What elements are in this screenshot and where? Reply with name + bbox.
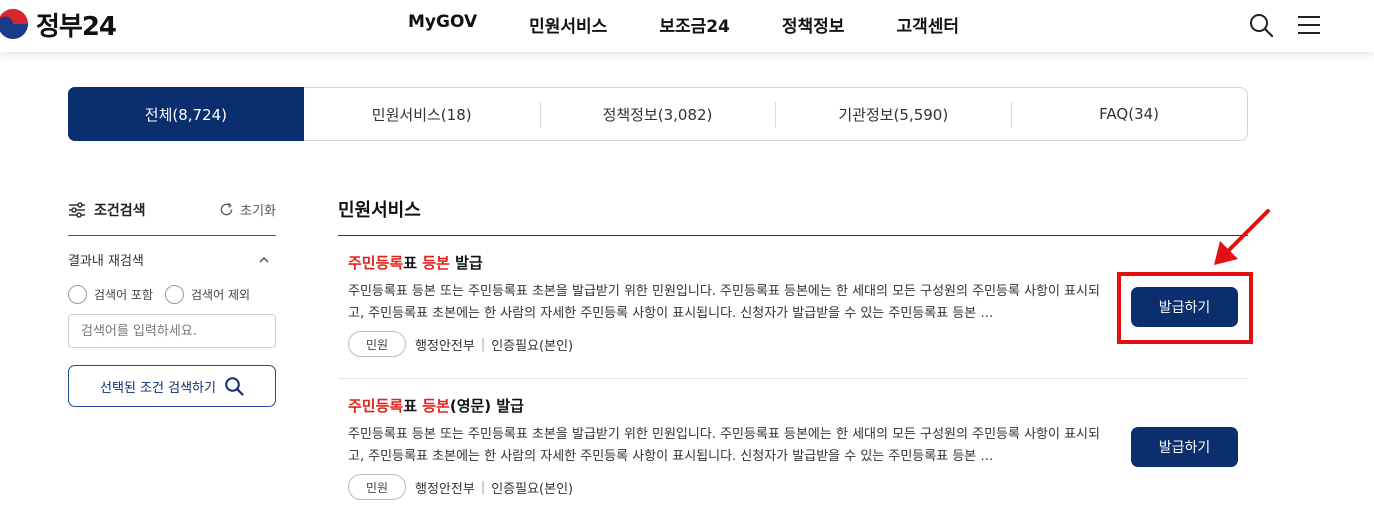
annotation-arrow-icon — [1214, 209, 1270, 265]
meta-separator: | — [480, 336, 486, 352]
tab-all[interactable]: 전체(8,724) — [68, 87, 304, 141]
filter-title-text: 조건검색 — [94, 202, 146, 219]
radio-include-circle[interactable] — [68, 285, 87, 304]
title-highlight: 등본 — [422, 397, 450, 415]
tab-agency[interactable]: 기관정보(5,590) — [775, 88, 1011, 140]
tab-faq[interactable]: FAQ(34) — [1011, 88, 1247, 140]
radio-exclude[interactable]: 검색어 제외 — [165, 285, 250, 304]
result-description: 주민등록표 등본 또는 주민등록표 초본을 발급받기 위한 민원입니다. 주민등… — [348, 284, 1100, 321]
refine-options: 검색어 포함 검색어 제외 — [68, 285, 276, 304]
filter-title: 조건검색 — [68, 200, 146, 220]
filter-panel: 조건검색 초기화 결과내 재검색 검색어 포함 검색어 제외 선택된 조건 검색… — [68, 196, 276, 407]
radio-include[interactable]: 검색어 포함 — [68, 285, 153, 304]
sliders-icon — [69, 201, 85, 218]
condition-search-button[interactable]: 선택된 조건 검색하기 — [68, 365, 276, 407]
category-tabs: 전체(8,724) 민원서비스(18) 정책정보(3,082) 기관정보(5,5… — [68, 87, 1248, 141]
title-text: 표 — [403, 254, 423, 272]
hamburger-menu-icon[interactable] — [1296, 12, 1322, 38]
issue-button[interactable]: 발급하기 — [1131, 427, 1238, 467]
reset-label: 초기화 — [240, 204, 276, 219]
agency-name: 행정안전부 — [415, 481, 475, 497]
title-highlight: 등본 — [422, 254, 450, 272]
title-text: 발급 — [449, 254, 483, 272]
site-logo[interactable]: 정부24 — [0, 6, 117, 42]
result-description: 주민등록표 등본 또는 주민등록표 초본을 발급받기 위한 민원입니다. 주민등… — [348, 427, 1100, 464]
condition-search-label: 선택된 조건 검색하기 — [100, 380, 216, 396]
result-item: 주민등록표 등본 발급 주민등록표 등본 또는 주민등록표 초본을 발급받기 위… — [338, 236, 1248, 379]
nav-item-policy[interactable]: 정책정보 — [782, 12, 845, 37]
nav-item-subsidy[interactable]: 보조금24 — [659, 12, 730, 37]
nav-item-customer-center[interactable]: 고객센터 — [896, 12, 959, 37]
result-item: 주민등록표 등본(영문) 발급 주민등록표 등본 또는 주민등록표 초본을 발급… — [338, 379, 1248, 520]
title-highlight: 주민등록 — [348, 397, 404, 415]
search-icon — [225, 377, 244, 396]
site-header: 정부24 MyGOV 민원서비스 보조금24 정책정보 고객센터 — [0, 0, 1374, 52]
refresh-icon — [220, 202, 233, 216]
chevron-up-icon — [259, 256, 269, 262]
nav-item-mygov[interactable]: MyGOV — [408, 12, 477, 37]
refine-label: 결과내 재검색 — [68, 254, 144, 269]
category-badge: 민원 — [348, 474, 406, 500]
logo-text: 정부24 — [36, 11, 117, 42]
refine-search-input[interactable] — [68, 314, 276, 348]
title-text: (영문) 발급 — [449, 397, 524, 415]
radio-include-label: 검색어 포함 — [94, 288, 154, 302]
filter-header: 조건검색 초기화 — [68, 196, 276, 236]
global-nav: MyGOV 민원서비스 보조금24 정책정보 고객센터 — [408, 12, 1011, 37]
result-meta: 민원 행정안전부 | 인증필요(본인) — [348, 331, 1238, 357]
reset-button[interactable]: 초기화 — [219, 200, 276, 219]
taegeuk-logo-icon — [0, 9, 28, 39]
category-badge: 민원 — [348, 331, 406, 357]
result-title[interactable]: 주민등록표 등본 발급 — [348, 252, 1238, 273]
search-icon[interactable] — [1248, 12, 1274, 38]
meta-separator: | — [480, 479, 486, 495]
auth-requirement: 인증필요(본인) — [491, 338, 574, 354]
title-highlight: 주민등록 — [348, 254, 404, 272]
result-meta: 민원 행정안전부 | 인증필요(본인) — [348, 474, 1238, 500]
tab-policy[interactable]: 정책정보(3,082) — [539, 88, 776, 140]
section-title: 민원서비스 — [338, 196, 1248, 236]
auth-requirement: 인증필요(본인) — [491, 481, 574, 497]
search-results: 민원서비스 주민등록표 등본 발급 주민등록표 등본 또는 주민등록표 초본을 … — [338, 196, 1248, 520]
result-title[interactable]: 주민등록표 등본(영문) 발급 — [348, 395, 1238, 416]
tab-civil-service[interactable]: 민원서비스(18) — [304, 88, 540, 140]
agency-name: 행정안전부 — [415, 338, 475, 354]
refine-search-toggle[interactable]: 결과내 재검색 — [68, 250, 276, 269]
nav-item-civil-service[interactable]: 민원서비스 — [529, 12, 607, 37]
radio-exclude-circle[interactable] — [165, 285, 185, 304]
title-text: 표 — [403, 397, 423, 415]
radio-exclude-label: 검색어 제외 — [191, 288, 251, 302]
annotation-highlight-box — [1117, 272, 1253, 344]
